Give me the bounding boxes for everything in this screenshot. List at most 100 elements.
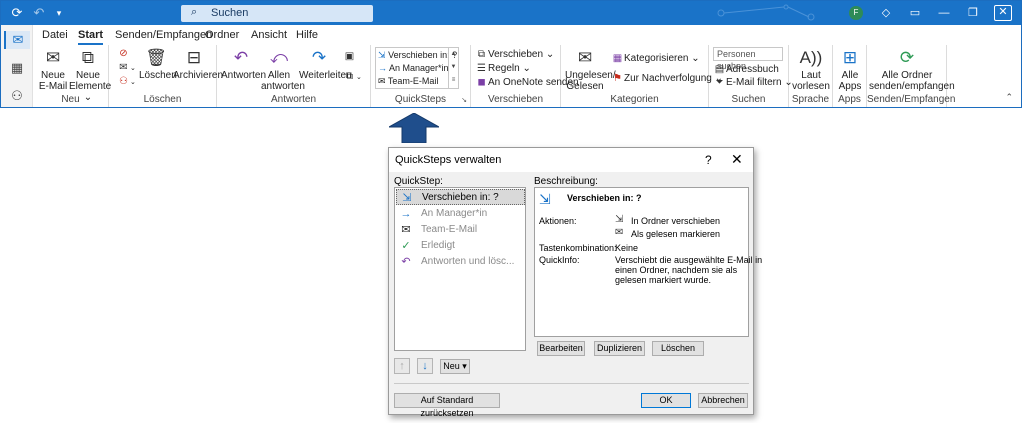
new-email-icon: ✉ xyxy=(45,48,61,67)
restore-icon[interactable]: ❐ xyxy=(964,5,982,21)
all-apps-button[interactable]: ⊞ Alle Apps xyxy=(835,48,865,92)
sync-icon[interactable]: ⟳ xyxy=(9,5,25,21)
reset-default-button[interactable]: Auf Standard zurücksetzen xyxy=(394,393,500,418)
quicksteps-dialog: QuickSteps verwalten ? ✕ QuickStep: Besc… xyxy=(388,147,762,418)
tab-datei[interactable]: Datei xyxy=(42,29,68,41)
window-close-icon[interactable]: ✕ xyxy=(994,5,1012,21)
tab-senden-empfangen[interactable]: Senden/Empfangen xyxy=(115,29,212,41)
read-aloud-icon: A)) xyxy=(799,48,823,67)
help-icon[interactable]: ? xyxy=(705,153,712,167)
followup-button[interactable]: ⚑ Zur Nachverfolgung ⌄ xyxy=(611,73,723,85)
address-book-button[interactable]: ▤ Adressbuch xyxy=(713,64,779,76)
group-antworten: ↶ Antworten ⤺ Allen antworten ↷ Weiterle… xyxy=(217,45,371,107)
rules-button[interactable]: ☰ Regeln ⌄ xyxy=(475,63,531,75)
read-aloud-button[interactable]: A)) Laut vorlesen xyxy=(791,48,831,92)
unread-read-button[interactable]: ✉ Ungelesen/ Gelesen xyxy=(565,48,616,92)
group-label: QuickSteps xyxy=(394,94,447,105)
delete-button[interactable]: Löschen xyxy=(652,341,704,356)
group-kategorien: ✉ Ungelesen/ Gelesen ▦ Kategorisieren ⌄ ⚑… xyxy=(561,45,723,107)
move-folder-icon: ⇲ xyxy=(378,50,386,60)
ignore-button[interactable]: ⊘ xyxy=(117,48,130,60)
collapse-ribbon-icon[interactable]: ⌃ xyxy=(1005,92,1013,103)
more-reply-button[interactable]: ⧉ ⌄ xyxy=(343,71,362,84)
gallery-item[interactable]: ✉ Team-E-Mail xyxy=(378,76,438,87)
avatar[interactable]: F xyxy=(849,6,863,20)
search-icon: ⌕ xyxy=(191,6,198,18)
quicksteps-gallery[interactable]: ⇲ Verschieben in: ? → An Manager*in ✉ Te… xyxy=(375,47,459,89)
tab-ansicht[interactable]: Ansicht xyxy=(251,29,287,41)
filter-email-button[interactable]: ⏷ E-Mail filtern ⌄ xyxy=(713,77,793,89)
send-receive-all-button[interactable]: ⟳ Alle Ordner senden/empfangen xyxy=(869,48,955,92)
premium-diamond-icon[interactable]: ◇ xyxy=(877,5,895,21)
tab-ordner[interactable]: Ordner xyxy=(205,29,239,41)
group-suchen: Personen suchen ▤ Adressbuch ⏷ E-Mail filt… xyxy=(709,45,793,107)
list-item[interactable]: → An Manager*in xyxy=(396,206,525,222)
meeting-reply-button[interactable]: ▣ xyxy=(343,51,356,63)
gallery-item[interactable]: ⇲ Verschieben in: ? xyxy=(378,50,457,61)
forward-icon: ↷ xyxy=(311,48,327,67)
separator xyxy=(394,383,749,384)
calendar-icon[interactable]: ▦ xyxy=(8,59,26,77)
gallery-expand-icon[interactable]: ≡ xyxy=(449,74,458,87)
duplicate-button[interactable]: Duplizieren xyxy=(594,341,645,356)
move-button[interactable]: ⧉ Verschieben ⌄ xyxy=(475,49,554,61)
outlook-window: ⟳ ↶ ▾ ⌕ Suchen F ◇ ▭ — ❐ ✕ ✉ ▦ ⚇ Datei S… xyxy=(0,0,1022,108)
new-button[interactable]: Neu ▾ xyxy=(440,359,470,374)
list-item[interactable]: ✓ Erledigt xyxy=(396,238,525,254)
ok-button[interactable]: OK xyxy=(641,393,691,408)
cleanup-button[interactable]: ✉ ⌄ xyxy=(117,62,136,75)
quickinfo-line-2: einen Ordner, nachdem sie als xyxy=(615,265,738,275)
undo-icon[interactable]: ↶ xyxy=(31,5,47,21)
people-icon[interactable]: ⚇ xyxy=(8,87,26,105)
ribbon: ✉ Neue E-Mail ⧉ Neue Elemente ⌄ Neu ⊘ ✉ ⌄… xyxy=(33,45,1021,107)
open-envelope-icon: ✉ xyxy=(615,227,624,238)
ignore-icon: ⊘ xyxy=(119,48,128,59)
gallery-item[interactable]: → An Manager*in xyxy=(378,63,449,74)
description-panel: ⇲ Verschieben in: ? Aktionen: ⇲ In Ordne… xyxy=(534,187,762,337)
categorize-icon: ▦ xyxy=(612,53,623,64)
dialog-launcher-icon[interactable]: ↘ xyxy=(461,96,467,104)
rules-icon: ☰ xyxy=(477,63,486,74)
quickinfo-label: QuickInfo: xyxy=(539,255,580,265)
people-search-input[interactable]: Personen suchen xyxy=(713,47,783,71)
dialog-title-bar: QuickSteps verwalten ? ✕ xyxy=(389,148,753,172)
forward-button[interactable]: ↷ Weiterleiten xyxy=(299,48,352,81)
arrow-up-small-icon: ↑ xyxy=(399,360,405,372)
reply-button[interactable]: ↶ Antworten xyxy=(221,48,266,81)
group-label: Apps xyxy=(838,94,861,105)
categorize-button[interactable]: ▦ Kategorisieren ⌄ xyxy=(611,53,700,65)
scroll-up-icon[interactable]: ▲ xyxy=(449,48,458,61)
ribbon-display-icon[interactable]: ▭ xyxy=(906,5,924,21)
description-label: Beschreibung: xyxy=(534,176,598,187)
close-icon[interactable]: ✕ xyxy=(731,151,743,168)
mail-icon[interactable]: ✉ xyxy=(4,31,30,49)
checkmark-icon: ✓ xyxy=(401,240,411,252)
tab-hilfe[interactable]: Hilfe xyxy=(296,29,318,41)
junk-button[interactable]: ⚇ ⌄ xyxy=(117,76,136,89)
minimize-icon[interactable]: — xyxy=(935,5,953,21)
move-up-button[interactable]: ↑ xyxy=(394,358,410,374)
edit-button[interactable]: Bearbeiten xyxy=(537,341,585,356)
move-down-button[interactable]: ↓ xyxy=(417,358,433,374)
cancel-button[interactable]: Abbrechen xyxy=(698,393,748,408)
reply-all-icon: ⤺ xyxy=(269,48,289,67)
arrow-right-icon: → xyxy=(400,208,412,220)
quickstep-list[interactable]: ⇲ Verschieben in: ? → An Manager*in ✉ Te… xyxy=(394,187,526,351)
tab-start[interactable]: Start xyxy=(78,29,104,45)
flag-icon: ⚑ xyxy=(613,73,622,84)
group-senden-empfangen: ⟳ Alle Ordner senden/empfangen Senden/Em… xyxy=(867,45,955,107)
delete-button[interactable]: 🗑 Löschen xyxy=(139,48,177,81)
action-2: Als gelesen markieren xyxy=(631,229,721,239)
gallery-scrollbar[interactable]: ▲ ▼ ≡ xyxy=(448,48,458,88)
scroll-down-icon[interactable]: ▼ xyxy=(449,61,458,74)
list-item[interactable]: ⇲ Verschieben in: ? xyxy=(396,189,525,205)
reply-all-button[interactable]: ⤺ Allen antworten xyxy=(261,48,305,92)
search-input[interactable]: ⌕ Suchen xyxy=(181,5,373,22)
archive-button[interactable]: ⊟ Archivieren xyxy=(173,48,223,81)
new-email-button[interactable]: ✉ Neue E-Mail xyxy=(37,48,69,92)
arrow-up-icon xyxy=(389,113,439,143)
quick-access-dropdown-icon[interactable]: ▾ xyxy=(51,5,67,21)
list-item[interactable]: ✉ Team-E-Mail xyxy=(396,222,525,238)
group-label: Antworten xyxy=(270,94,317,105)
list-item[interactable]: ↶ Antworten und lösc... xyxy=(396,254,525,270)
